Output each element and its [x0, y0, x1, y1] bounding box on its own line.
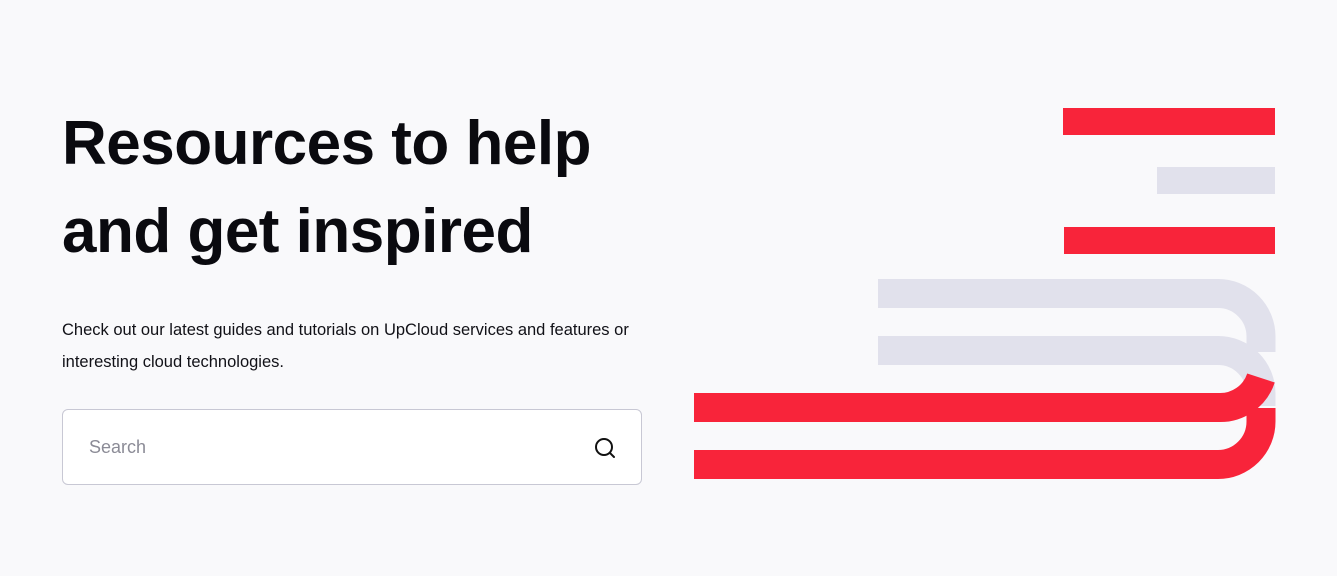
page-title-line-2: and get inspired: [62, 197, 533, 266]
page-title-line-1: Resources to help: [62, 109, 591, 178]
graphic-stripe-gray-top: [1157, 167, 1275, 194]
graphic-stripe-red-curve-1: [694, 372, 1275, 423]
graphic-stripe-red-middle: [1064, 227, 1275, 254]
search-box[interactable]: [62, 409, 642, 485]
striped-brand-graphic: [680, 96, 1300, 496]
hero-text-block: Resources to help and get inspired Check…: [62, 100, 682, 378]
graphic-stripe-red-top: [1063, 108, 1275, 135]
search-icon[interactable]: [593, 436, 617, 460]
page-title: Resources to help and get inspired: [62, 100, 682, 276]
hero-description: Check out our latest guides and tutorial…: [62, 321, 629, 371]
search-input[interactable]: [89, 410, 569, 484]
